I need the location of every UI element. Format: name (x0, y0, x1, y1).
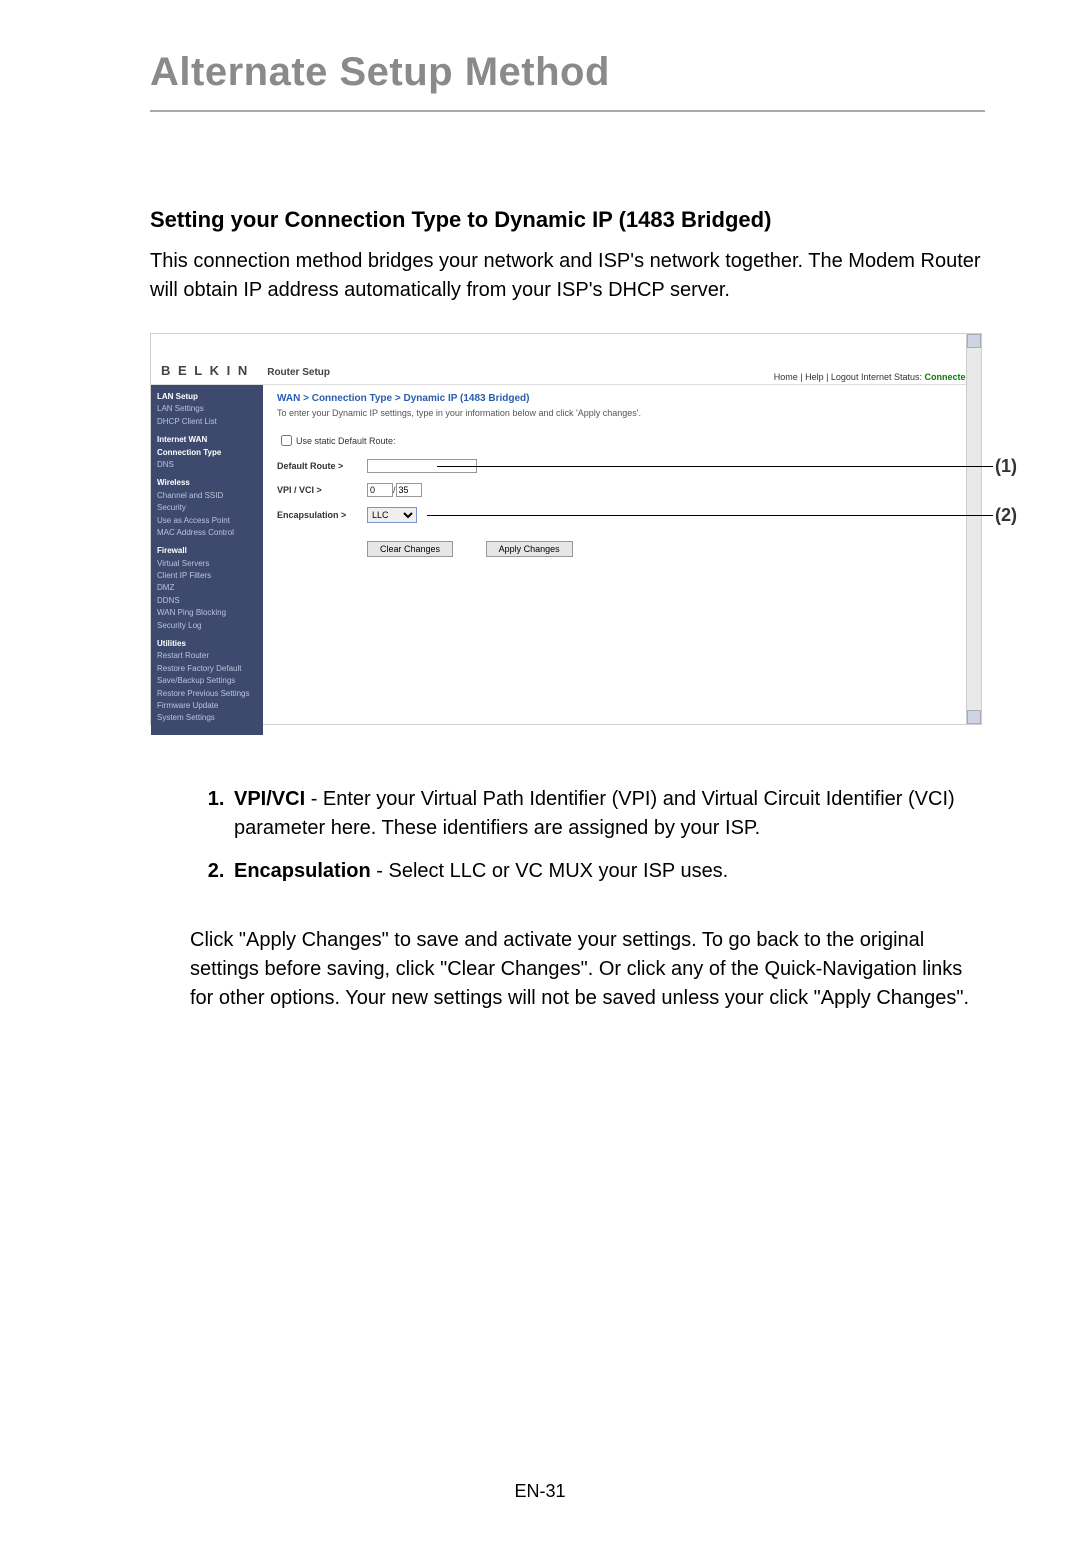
sidebar-item-connection-type[interactable]: Connection Type (157, 447, 257, 459)
sidebar-item-system[interactable]: System Settings (157, 712, 257, 724)
sidebar-item-restore-default[interactable]: Restore Factory Default (157, 663, 257, 675)
sidebar-item-dns[interactable]: DNS (157, 459, 257, 471)
list-item-2: Encapsulation - Select LLC or VC MUX you… (230, 857, 985, 886)
static-route-checkbox[interactable] (281, 435, 292, 446)
callout-2: (2) (995, 505, 1017, 526)
default-route-label: Default Route > (277, 461, 367, 471)
closing-paragraph: Click "Apply Changes" to save and activa… (190, 926, 985, 1013)
vci-input[interactable] (396, 483, 422, 497)
sidebar-cat-lan: LAN Setup (157, 391, 257, 403)
sidebar-item-mac[interactable]: MAC Address Control (157, 527, 257, 539)
encapsulation-label: Encapsulation > (277, 510, 367, 520)
intro-paragraph: This connection method bridges your netw… (150, 247, 985, 305)
callout-1: (1) (995, 456, 1017, 477)
sidebar-nav: LAN Setup LAN Settings DHCP Client List … (151, 385, 263, 735)
header-nav-links[interactable]: Home | Help | Logout Internet Status: (774, 372, 925, 382)
page-number: EN-31 (0, 1481, 1080, 1502)
sidebar-item-restart[interactable]: Restart Router (157, 650, 257, 662)
instruction-list: VPI/VCI - Enter your Virtual Path Identi… (150, 785, 985, 886)
status-badge: Connected (924, 372, 971, 382)
breadcrumb: WAN > Connection Type > Dynamic IP (1483… (277, 393, 967, 404)
router-setup-title: Router Setup (267, 367, 330, 384)
callout-line-1 (437, 466, 993, 467)
sidebar-item-dhcp[interactable]: DHCP Client List (157, 416, 257, 428)
embedded-screenshot: B E L K I N Router Setup Home | Help | L… (150, 333, 985, 725)
scroll-up-icon[interactable] (967, 334, 981, 348)
header-links: Home | Help | Logout Internet Status: Co… (774, 372, 971, 384)
sidebar-item-ddns[interactable]: DDNS (157, 595, 257, 607)
sidebar-item-save-backup[interactable]: Save/Backup Settings (157, 675, 257, 687)
sidebar-item-dmz[interactable]: DMZ (157, 582, 257, 594)
brand-logo: B E L K I N (161, 363, 249, 384)
list-item-1-label: VPI/VCI (234, 788, 305, 810)
apply-changes-button[interactable]: Apply Changes (486, 541, 573, 557)
clear-changes-button[interactable]: Clear Changes (367, 541, 453, 557)
sidebar-item-accesspoint[interactable]: Use as Access Point (157, 515, 257, 527)
encapsulation-select[interactable]: LLC (367, 507, 417, 523)
sidebar-item-security-log[interactable]: Security Log (157, 620, 257, 632)
list-item-2-text: - Select LLC or VC MUX your ISP uses. (371, 860, 729, 882)
sidebar-item-channel-ssid[interactable]: Channel and SSID (157, 490, 257, 502)
sidebar-item-client-ip[interactable]: Client IP Filters (157, 570, 257, 582)
section-subhead: Setting your Connection Type to Dynamic … (150, 207, 985, 233)
vpi-input[interactable] (367, 483, 393, 497)
form-description: To enter your Dynamic IP settings, type … (277, 408, 967, 418)
divider (150, 110, 985, 112)
vpi-vci-label: VPI / VCI > (277, 485, 367, 495)
sidebar-cat-wan: Internet WAN (157, 434, 257, 446)
sidebar-item-security[interactable]: Security (157, 502, 257, 514)
list-item-2-label: Encapsulation (234, 860, 371, 882)
callout-line-2 (427, 515, 993, 516)
sidebar-item-lan-settings[interactable]: LAN Settings (157, 403, 257, 415)
page-title: Alternate Setup Method (150, 50, 985, 95)
sidebar-item-virtual-servers[interactable]: Virtual Servers (157, 558, 257, 570)
sidebar-cat-wireless: Wireless (157, 477, 257, 489)
list-item-1: VPI/VCI - Enter your Virtual Path Identi… (230, 785, 985, 843)
sidebar-cat-utilities: Utilities (157, 638, 257, 650)
sidebar-item-firmware[interactable]: Firmware Update (157, 700, 257, 712)
sidebar-cat-firewall: Firewall (157, 545, 257, 557)
sidebar-item-restore-prev[interactable]: Restore Previous Settings (157, 688, 257, 700)
sidebar-item-wan-ping[interactable]: WAN Ping Blocking (157, 607, 257, 619)
static-route-label: Use static Default Route: (296, 436, 396, 446)
list-item-1-text: - Enter your Virtual Path Identifier (VP… (234, 788, 955, 839)
